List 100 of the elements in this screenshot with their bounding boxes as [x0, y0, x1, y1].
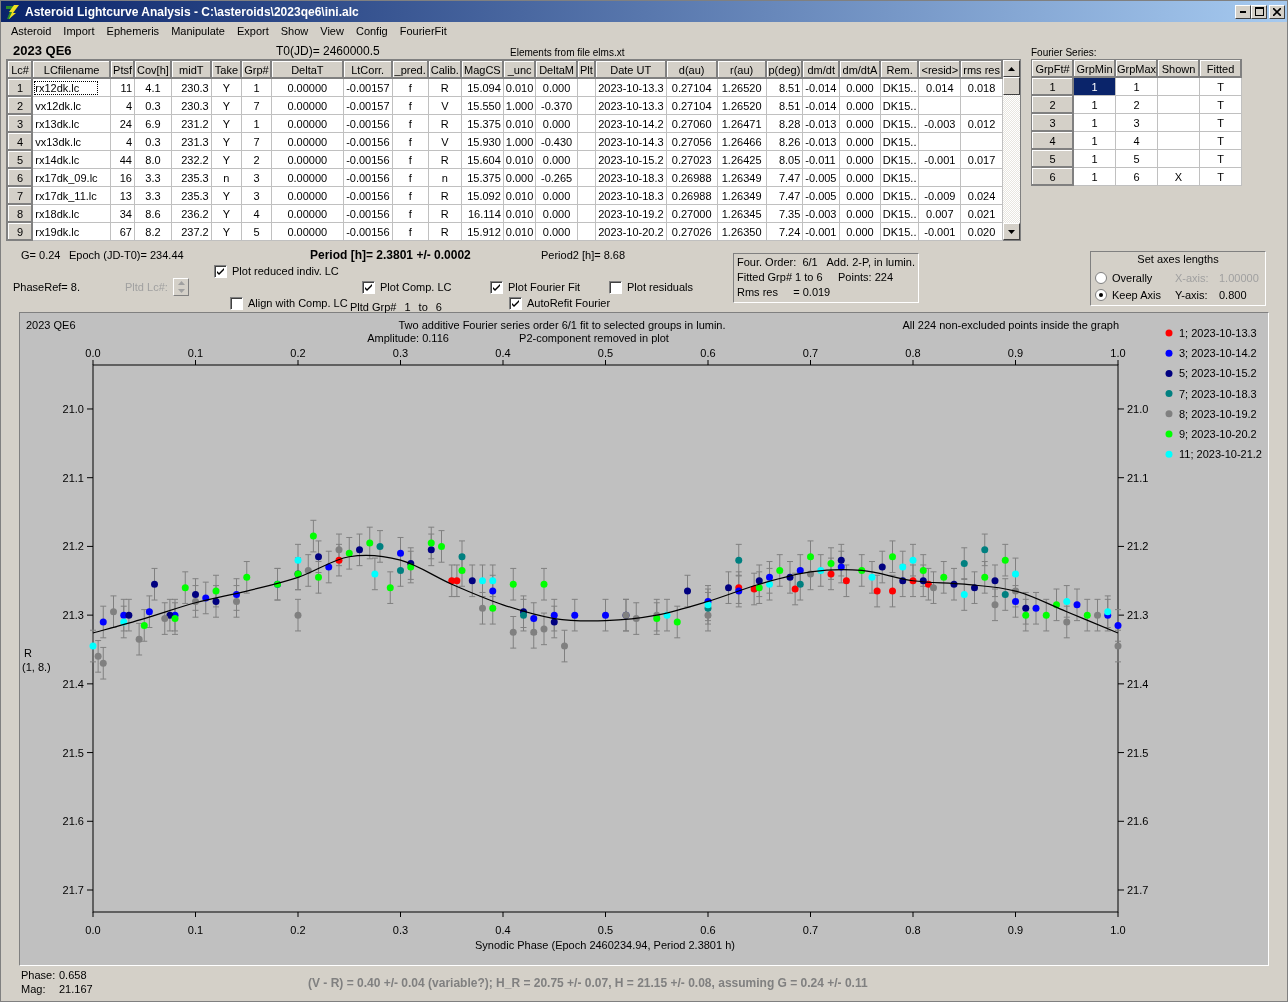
table-cell: 4 [1133, 134, 1140, 147]
table-cell: 0.000 [542, 81, 571, 94]
table-cell: 15.550 [467, 99, 501, 112]
table-cell: 2023-10-19.2 [598, 207, 664, 220]
y-tick-label: 21.7 [62, 884, 84, 896]
table-cell: 0.010 [505, 153, 534, 166]
table-cell: T [1217, 80, 1224, 93]
mag-value: 21.167 [59, 983, 93, 997]
y-tick-label: 21.2 [62, 540, 84, 553]
x-tick-label: 0.7 [802, 924, 819, 936]
y-tick-label: 21.1 [1127, 471, 1149, 484]
x-tick-label: 0.4 [495, 924, 511, 936]
chart-subtitle: P2-component removed in plot [519, 332, 669, 344]
chart-note: All 224 non-excluded points inside the graph [902, 319, 1119, 331]
table-cell: 0.26988 [671, 171, 712, 184]
legend-label: 11; 2023-10-21.2 [1179, 448, 1262, 461]
table-cell: -0.005 [805, 189, 837, 202]
table-cell: T [1217, 152, 1224, 165]
table-cell: R [440, 225, 449, 238]
table-cell: f [408, 153, 412, 166]
table-cell: 0.00000 [287, 135, 328, 148]
table-cell: 8.6 [145, 207, 161, 220]
table-cell: DK15.. [882, 225, 917, 238]
table-cell: R [440, 207, 449, 220]
phase-ref: PhaseRef= 8. [13, 281, 81, 293]
table-cell: 235.3 [181, 171, 209, 184]
g-value: G= 0.24 [21, 249, 62, 261]
epoch-t0: T0(JD)= 2460000.5 [276, 44, 381, 58]
table-cell: -0.00156 [346, 189, 390, 202]
table-cell: 0.27104 [671, 99, 712, 112]
table-cell: 0.018 [967, 81, 996, 94]
y-tick-label: 21.6 [62, 815, 84, 828]
table-cell: Y [222, 207, 231, 220]
table-cell: -0.011 [805, 153, 836, 166]
table-cell: -0.430 [541, 135, 573, 148]
table-cell: 1.26520 [721, 99, 762, 112]
table-cell: DK15.. [882, 99, 917, 112]
table-cell: f [408, 225, 412, 238]
epoch-value: Epoch (JD-T0)= 234.44 [69, 249, 185, 261]
x-tick-label: 0.2 [290, 347, 306, 359]
table-cell: 0.000 [846, 225, 874, 238]
table-cell: 2023-10-15.2 [598, 153, 664, 166]
group-title: Set axes lengths [1137, 253, 1219, 267]
table-cell: T [1217, 116, 1224, 129]
x-tick-label: 1.0 [1110, 924, 1126, 936]
table-cell: 1.26349 [721, 189, 762, 202]
table-cell: 0.010 [505, 225, 534, 238]
axis-value: 0.800 [1219, 288, 1247, 301]
table-cell: R [440, 81, 449, 94]
table-cell: -0.00156 [346, 135, 390, 148]
x-tick-label: 0.8 [905, 347, 921, 359]
y-tick-label: 21.1 [62, 471, 84, 484]
table-cell: 0.000 [846, 99, 874, 112]
chart-subtitle: Amplitude: 0.116 [367, 332, 449, 344]
table-cell: rx12dk.lc [35, 81, 98, 94]
table-cell: 1.26471 [721, 117, 762, 130]
y-tick-label: 21.4 [62, 677, 84, 690]
table-cell: 1.000 [505, 99, 534, 112]
table-cell: 0.00000 [287, 153, 328, 166]
table-cell: 4.1 [145, 81, 161, 94]
table-cell: 0.000 [846, 171, 874, 184]
table-cell: Y [222, 135, 231, 148]
table-cell: 0.00000 [287, 171, 328, 184]
table-cell: 15.604 [467, 153, 501, 166]
table-cell: 0.010 [505, 207, 534, 220]
y-tick-label: 21.7 [1127, 884, 1149, 896]
table-cell: 1.26345 [721, 207, 762, 220]
table-cell: 4 [253, 207, 260, 220]
table-cell: 0.000 [846, 81, 874, 94]
fit-info-text: Four. Order: 6/1 [737, 256, 819, 270]
legend-label: 9; 2023-10-20.2 [1179, 428, 1257, 440]
table-cell: 0.3 [145, 135, 161, 148]
table-cell: 6.9 [145, 117, 161, 130]
table-cell: T [1217, 170, 1224, 183]
y-tick-label: 21.5 [62, 746, 84, 759]
x-tick-label: 0.8 [905, 924, 921, 936]
table-cell: 11 [120, 81, 132, 94]
table-cell: 15.092 [467, 189, 501, 202]
table-cell: 16 [119, 171, 132, 184]
table-cell: 0.00000 [287, 99, 328, 112]
table-cell: 232.2 [181, 153, 209, 166]
table-cell: 44 [119, 153, 132, 166]
y-tick-label: 21.4 [1127, 677, 1149, 690]
table-cell: T [1217, 98, 1224, 111]
table-cell: 1.26520 [721, 81, 762, 94]
table-cell: 1 [253, 117, 260, 130]
table-cell: -0.005 [805, 171, 837, 184]
x-tick-label: 0.1 [187, 347, 204, 359]
table-cell: DK15.. [882, 153, 917, 166]
table-cell: 7.47 [778, 189, 801, 202]
x-tick-label: 0.3 [392, 924, 409, 936]
table-cell: 7 [253, 99, 260, 112]
table-cell: 0.010 [505, 81, 534, 94]
mag-label: Mag: [21, 983, 47, 997]
table-cell: 3 [253, 189, 260, 202]
table-cell: -0.00156 [346, 225, 390, 238]
table-cell: 8.2 [145, 225, 161, 238]
legend-label: 5; 2023-10-15.2 [1179, 367, 1257, 380]
table-cell: 67 [119, 225, 132, 238]
table-cell: 13 [119, 189, 132, 202]
